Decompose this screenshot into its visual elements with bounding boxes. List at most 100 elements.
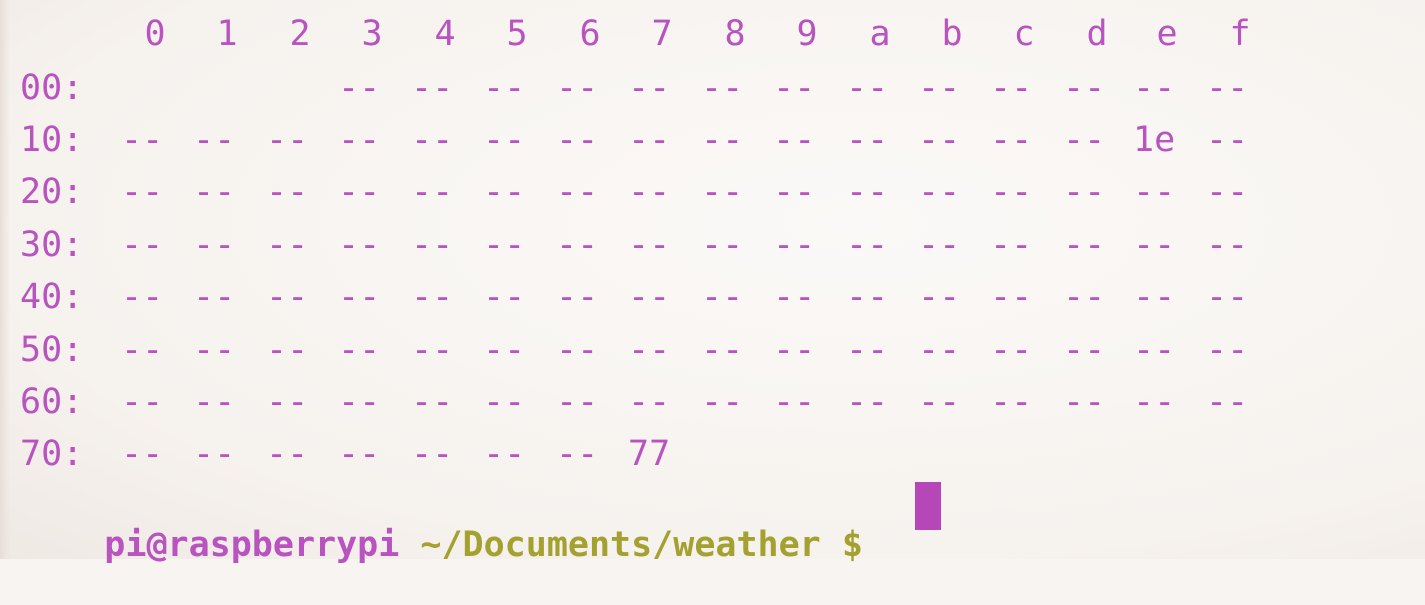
- empty-address-cell: --: [1063, 382, 1106, 422]
- empty-address-cell: --: [918, 330, 961, 370]
- empty-address-cell: --: [266, 434, 309, 474]
- row-label: 40:: [20, 277, 84, 317]
- empty-address-cell: --: [193, 382, 236, 422]
- empty-address-cell: --: [338, 434, 381, 474]
- empty-address-cell: --: [1206, 225, 1249, 265]
- empty-address-cell: --: [411, 330, 454, 370]
- empty-address-cell: --: [773, 382, 816, 422]
- empty-address-cell: --: [990, 68, 1033, 108]
- empty-address-cell: --: [1133, 68, 1176, 108]
- empty-address-cell: --: [1063, 68, 1106, 108]
- empty-address-cell: --: [483, 120, 526, 160]
- empty-address-cell: --: [193, 172, 236, 212]
- empty-address-cell: --: [411, 277, 454, 317]
- row-label: 50:: [20, 330, 84, 370]
- empty-address-cell: --: [121, 382, 164, 422]
- empty-address-cell: --: [846, 330, 889, 370]
- empty-address-cell: --: [701, 277, 744, 317]
- address-row: 10: -- -- -- -- -- -- -- -- -- -- -- -- -- -- 1e --: [0, 120, 1425, 172]
- empty-address-cell: --: [1206, 120, 1249, 160]
- empty-address-cell: --: [701, 330, 744, 370]
- shell-prompt: pi@raspberrypi ~/Documents/weather $: [20, 485, 863, 605]
- empty-address-cell: --: [846, 120, 889, 160]
- empty-address-cell: --: [846, 172, 889, 212]
- empty-address-cell: --: [918, 172, 961, 212]
- column-header: 2: [289, 14, 311, 54]
- empty-address-cell: --: [1063, 172, 1106, 212]
- empty-address-cell: --: [1133, 330, 1176, 370]
- empty-address-cell: --: [556, 225, 599, 265]
- row-label: 60:: [20, 382, 84, 422]
- empty-address-cell: --: [701, 172, 744, 212]
- column-header: e: [1156, 14, 1178, 54]
- empty-address-cell: --: [411, 120, 454, 160]
- empty-address-cell: --: [411, 68, 454, 108]
- text-cursor[interactable]: [915, 482, 941, 530]
- empty-address-cell: --: [701, 382, 744, 422]
- address-row: 00: -- -- -- -- -- -- -- -- -- -- -- -- --: [0, 68, 1425, 120]
- empty-address-cell: --: [338, 330, 381, 370]
- empty-address-cell: --: [266, 277, 309, 317]
- empty-address-cell: --: [628, 172, 671, 212]
- address-cell: 1e: [1133, 120, 1176, 160]
- empty-address-cell: --: [773, 120, 816, 160]
- empty-address-cell: --: [121, 120, 164, 160]
- column-header: b: [941, 14, 963, 54]
- empty-address-cell: --: [483, 172, 526, 212]
- empty-address-cell: --: [121, 277, 164, 317]
- column-header: 5: [506, 14, 528, 54]
- empty-address-cell: --: [918, 225, 961, 265]
- empty-address-cell: --: [556, 330, 599, 370]
- empty-address-cell: --: [266, 120, 309, 160]
- empty-address-cell: --: [1133, 225, 1176, 265]
- empty-address-cell: --: [990, 225, 1033, 265]
- empty-address-cell: --: [628, 225, 671, 265]
- address-cell: 77: [628, 434, 671, 474]
- empty-address-cell: --: [918, 68, 961, 108]
- address-row: 40: -- -- -- -- -- -- -- -- -- -- -- -- -- -- -- --: [0, 277, 1425, 329]
- empty-address-cell: --: [1063, 277, 1106, 317]
- empty-address-cell: --: [846, 382, 889, 422]
- column-header: 3: [361, 14, 383, 54]
- empty-address-cell: --: [338, 120, 381, 160]
- empty-address-cell: --: [1206, 330, 1249, 370]
- column-header: a: [869, 14, 891, 54]
- empty-address-cell: --: [773, 277, 816, 317]
- empty-address-cell: --: [483, 68, 526, 108]
- empty-address-cell: --: [193, 330, 236, 370]
- empty-address-cell: --: [1063, 120, 1106, 160]
- empty-address-cell: --: [990, 277, 1033, 317]
- column-header: 9: [796, 14, 818, 54]
- prompt-path: ~/Documents/weather: [420, 525, 821, 565]
- empty-address-cell: --: [701, 225, 744, 265]
- row-label: 20:: [20, 172, 84, 212]
- empty-address-cell: --: [266, 382, 309, 422]
- empty-address-cell: --: [701, 68, 744, 108]
- empty-address-cell: --: [1063, 225, 1106, 265]
- empty-address-cell: --: [628, 382, 671, 422]
- address-row: 20: -- -- -- -- -- -- -- -- -- -- -- -- -- -- -- --: [0, 172, 1425, 224]
- address-row: 30: -- -- -- -- -- -- -- -- -- -- -- -- -- -- -- --: [0, 225, 1425, 277]
- empty-address-cell: --: [556, 68, 599, 108]
- empty-address-cell: --: [628, 68, 671, 108]
- empty-address-cell: --: [773, 330, 816, 370]
- empty-address-cell: --: [1133, 277, 1176, 317]
- empty-address-cell: --: [1133, 382, 1176, 422]
- terminal-window[interactable]: 0 1 2 3 4 5 6 7 8 9 a b c d e f 00: -- -- -- -- -- -- -- -- -- --…: [0, 0, 1425, 565]
- empty-address-cell: --: [990, 330, 1033, 370]
- empty-address-cell: --: [266, 225, 309, 265]
- empty-address-cell: --: [121, 225, 164, 265]
- empty-address-cell: --: [338, 225, 381, 265]
- row-label: 30:: [20, 225, 84, 265]
- empty-address-cell: --: [338, 382, 381, 422]
- empty-address-cell: --: [1063, 330, 1106, 370]
- empty-address-cell: --: [918, 382, 961, 422]
- column-header: c: [1013, 14, 1035, 54]
- empty-address-cell: --: [483, 434, 526, 474]
- empty-address-cell: --: [556, 120, 599, 160]
- empty-address-cell: --: [411, 172, 454, 212]
- empty-address-cell: --: [483, 382, 526, 422]
- empty-address-cell: --: [121, 330, 164, 370]
- column-header: d: [1086, 14, 1108, 54]
- column-header: 6: [579, 14, 601, 54]
